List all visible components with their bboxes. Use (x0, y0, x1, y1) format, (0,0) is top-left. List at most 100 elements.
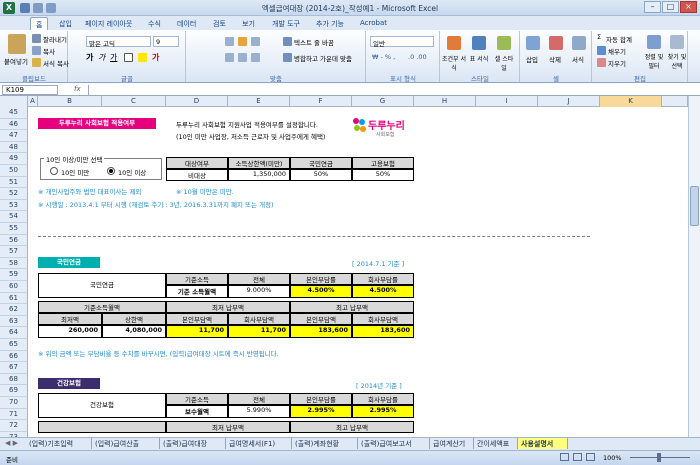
fill-icon[interactable] (597, 46, 606, 55)
cell-style-icon[interactable] (497, 36, 511, 50)
tab-review[interactable]: 검토 (208, 17, 231, 30)
formula-input[interactable] (88, 85, 688, 95)
column-header[interactable]: G (352, 96, 414, 107)
row-header[interactable]: 45 (0, 107, 28, 119)
font-color-button[interactable]: 가 (152, 52, 159, 63)
column-header[interactable]: J (538, 96, 600, 107)
close-button[interactable]: × (680, 1, 697, 13)
sheet-tab[interactable]: (출력)급여보고서 (358, 438, 430, 449)
row-header[interactable]: 60 (0, 281, 28, 293)
autosum-button[interactable]: 자동 합계 (606, 34, 632, 44)
column-header-selected[interactable]: K (600, 96, 662, 107)
page-layout-view-icon[interactable] (573, 453, 582, 461)
insert-cells-button[interactable]: 삽입 (526, 54, 538, 64)
zoom-slider-thumb[interactable] (657, 453, 661, 462)
row-header[interactable]: 58 (0, 257, 28, 270)
name-box[interactable]: K109 (2, 85, 58, 95)
row-header[interactable]: 69 (0, 385, 28, 397)
tab-page-layout[interactable]: 페이지 레이아웃 (80, 17, 137, 30)
sheet-tab[interactable]: 급여계산기 (430, 438, 474, 449)
align-middle-icon[interactable] (238, 37, 247, 46)
wrap-text-button[interactable]: 텍스트 줄 바꿈 (294, 37, 334, 47)
radio-over-10-label[interactable]: 10인 이상 (118, 167, 146, 177)
delete-cells-button[interactable]: 삭제 (549, 54, 561, 64)
row-header[interactable]: 59 (0, 269, 28, 281)
column-header[interactable]: D (166, 96, 228, 107)
row-header[interactable]: 50 (0, 165, 28, 177)
sheet-nav-arrows[interactable]: ◀ ▶ (2, 438, 21, 449)
decimal-buttons[interactable]: .0 .00 (408, 53, 427, 61)
font-name-combo[interactable]: 맑은 고딕 (86, 36, 151, 48)
tab-developer[interactable]: 개발 도구 (267, 17, 305, 30)
row-header[interactable]: 47 (0, 130, 28, 142)
align-left-icon[interactable] (225, 53, 234, 62)
minimize-button[interactable]: – (644, 1, 661, 13)
format-painter-icon[interactable] (32, 58, 41, 67)
normal-view-icon[interactable] (560, 453, 569, 461)
sheet-tab[interactable]: 급여명세서(F1) (226, 438, 292, 449)
cut-icon[interactable] (32, 34, 41, 43)
row-header[interactable]: 72 (0, 420, 28, 432)
scrollbar-thumb[interactable] (690, 186, 699, 226)
sheet-tab[interactable]: (출력)급여대장 (160, 438, 226, 449)
tab-insert[interactable]: 삽입 (54, 17, 77, 30)
delete-cells-icon[interactable] (549, 36, 563, 50)
wrap-text-icon[interactable] (283, 37, 292, 46)
sheet-tab[interactable]: 사용설명서 (518, 438, 568, 449)
row-header[interactable]: 51 (0, 176, 28, 189)
border-icon[interactable] (124, 53, 133, 62)
align-bottom-icon[interactable] (251, 37, 260, 46)
row-header[interactable]: 49 (0, 153, 28, 165)
row-header[interactable]: 70 (0, 397, 28, 409)
health-self-rate[interactable]: 2.995% (290, 405, 352, 418)
row-header[interactable]: 67 (0, 362, 28, 374)
row-header[interactable]: 54 (0, 211, 28, 223)
pension-max-company[interactable]: 183,600 (352, 325, 414, 338)
column-header[interactable]: C (102, 96, 166, 107)
status-value-target[interactable]: 비대상 (166, 169, 228, 181)
row-header[interactable]: 53 (0, 199, 28, 212)
sheet-tab[interactable]: 간이세액표 (474, 438, 518, 449)
pension-self-rate[interactable]: 4.500% (290, 285, 352, 298)
table-format-button[interactable]: 표 서식 (468, 54, 490, 63)
row-header[interactable]: 65 (0, 339, 28, 351)
row-header[interactable]: 48 (0, 141, 28, 154)
column-header[interactable]: F (290, 96, 352, 107)
sheet-tab[interactable]: (입력)기초입력 (26, 438, 92, 449)
column-header[interactable]: H (414, 96, 476, 107)
column-header[interactable]: E (228, 96, 290, 107)
format-cells-icon[interactable] (572, 36, 586, 50)
pension-company-rate[interactable]: 4.500% (352, 285, 414, 298)
underline-button[interactable]: 가 (110, 52, 117, 63)
find-select-icon[interactable] (670, 35, 684, 49)
fx-icon[interactable]: fx (74, 85, 81, 93)
merge-center-button[interactable]: 병합하고 가운데 맞춤 (294, 53, 352, 63)
maximize-button[interactable]: □ (662, 1, 679, 13)
tab-data[interactable]: 데이터 (172, 17, 201, 30)
align-center-icon[interactable] (238, 53, 247, 62)
clear-icon[interactable] (597, 58, 606, 67)
row-header[interactable]: 46 (0, 118, 28, 131)
paste-icon[interactable] (8, 34, 26, 54)
radio-under-10[interactable] (50, 167, 58, 175)
pension-min-company[interactable]: 11,700 (228, 325, 290, 338)
row-header[interactable]: 55 (0, 223, 28, 235)
vertical-scrollbar[interactable] (688, 96, 700, 437)
align-top-icon[interactable] (225, 37, 234, 46)
fill-color-icon[interactable] (138, 53, 147, 62)
copy-icon[interactable] (32, 46, 41, 55)
tab-view[interactable]: 보기 (237, 17, 260, 30)
row-header[interactable]: 61 (0, 292, 28, 305)
column-header[interactable]: A (28, 96, 38, 107)
italic-button[interactable]: 가 (98, 52, 105, 63)
copy-button[interactable]: 복사 (43, 46, 55, 56)
merge-center-icon[interactable] (283, 53, 292, 62)
format-cells-button[interactable]: 서식 (572, 54, 584, 64)
find-select-button[interactable]: 찾기 및 선택 (666, 52, 688, 70)
status-value-pension[interactable]: 50% (290, 169, 352, 181)
radio-over-10[interactable] (107, 167, 115, 175)
row-header[interactable]: 71 (0, 408, 28, 421)
radio-under-10-label[interactable]: 10인 미만 (61, 167, 89, 177)
pension-min-self[interactable]: 11,700 (166, 325, 228, 338)
zoom-level[interactable]: 100% (603, 454, 622, 462)
